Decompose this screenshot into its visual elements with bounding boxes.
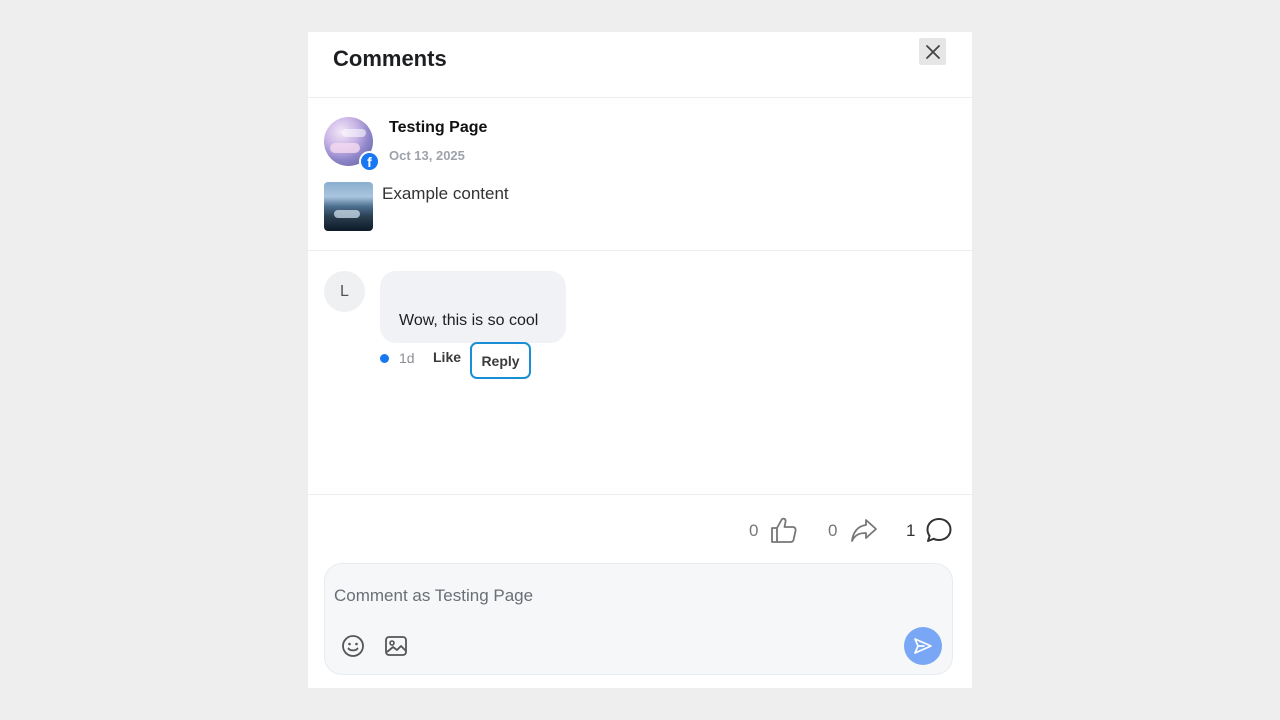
dialog-title: Comments — [333, 46, 447, 71]
comment-like-button[interactable]: Like — [433, 349, 461, 365]
thumbs-up-icon[interactable] — [769, 515, 799, 545]
comments-count: 1 — [906, 521, 916, 540]
comments-dialog: Comments f Testing Page Oct 13, 2025 Exa… — [308, 32, 972, 688]
comment-icon[interactable] — [924, 515, 954, 545]
post-date: Oct 13, 2025 — [389, 148, 465, 163]
post-preview: f Testing Page Oct 13, 2025 Example cont… — [308, 98, 972, 251]
facebook-icon: f — [359, 151, 380, 172]
share-icon[interactable] — [849, 515, 879, 545]
comment-bubble: Wow, this is so cool — [380, 271, 566, 343]
image-icon[interactable] — [384, 634, 408, 658]
shares-count: 0 — [828, 521, 838, 540]
comment-reply-button[interactable]: Reply — [470, 342, 531, 379]
post-author[interactable]: Testing Page — [389, 119, 487, 137]
comment-input[interactable] — [334, 582, 894, 610]
unread-dot — [380, 354, 389, 363]
comment-time: 1d — [399, 350, 415, 366]
post-thumbnail[interactable] — [324, 182, 373, 231]
dialog-header: Comments — [308, 32, 972, 98]
close-button[interactable] — [919, 38, 946, 65]
commenter-avatar[interactable]: L — [324, 271, 365, 312]
close-icon — [925, 44, 940, 59]
likes-count: 0 — [749, 521, 759, 540]
comment-text: Wow, this is so cool — [399, 312, 539, 329]
send-icon — [914, 638, 932, 654]
page-avatar[interactable]: f — [324, 117, 380, 172]
comment-composer — [324, 563, 953, 675]
post-text: Example content — [382, 184, 509, 203]
send-button[interactable] — [904, 627, 942, 665]
emoji-icon[interactable] — [341, 634, 365, 658]
post-stats: 0 0 1 — [308, 494, 972, 564]
